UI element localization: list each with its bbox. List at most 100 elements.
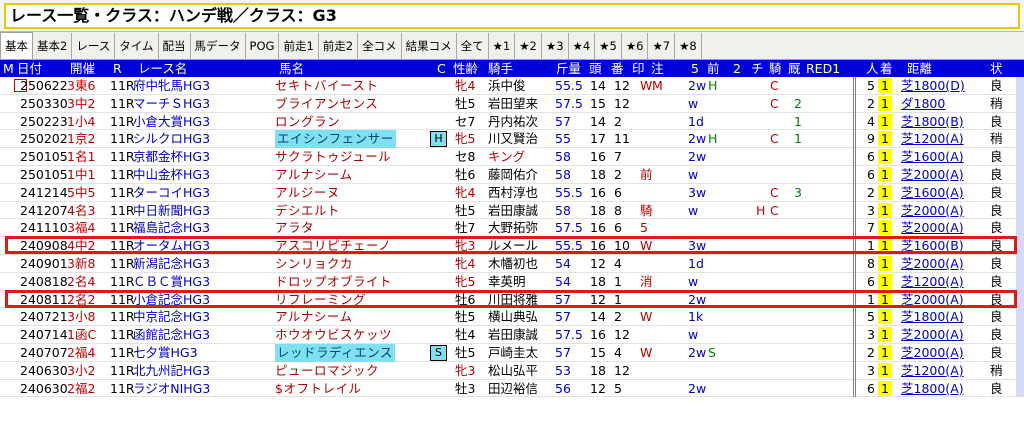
row-distance[interactable]: 芝1600(B) xyxy=(901,237,964,255)
tab-1[interactable]: 基本2 xyxy=(33,33,73,59)
row-horse-name[interactable]: サクラトゥジュール xyxy=(275,148,391,166)
row-distance[interactable]: ダ1800 xyxy=(901,95,945,113)
table-row[interactable]: 250622 3東6 11R 府中牝馬HG3 浜中俊 55.5 14 12 W M 2w H C セキトバ… xyxy=(0,77,1024,95)
row-distance[interactable]: 芝1800(B) xyxy=(901,113,964,131)
row-horse-name[interactable]: アルナシーム xyxy=(275,308,353,326)
row-horse-name[interactable]: レッドラディエンス xyxy=(275,344,395,362)
table-row[interactable]: 240908 4中2 11R オータムHG3 ルメール 55.5 16 10 W 3w アスコリピチ… xyxy=(0,237,1024,255)
tab-15[interactable]: ★4 xyxy=(569,33,596,59)
table-row[interactable]: 240901 3新8 11R 新潟記念HG3 木幡初也 54 12 4 1d シンリョクカ 牝4 8 1… xyxy=(0,255,1024,273)
table-row[interactable]: 241214 5中5 11R ターコイHG3 西村淳也 55.5 16 6 3w C 3 アルジーヌ 牝… xyxy=(0,183,1024,202)
row-horse-name[interactable]: デシエルト xyxy=(275,202,340,220)
header-two[interactable]: 2 xyxy=(733,60,741,77)
tab-10[interactable]: 結果コメ xyxy=(402,33,457,59)
row-distance[interactable]: 芝2000(A) xyxy=(901,344,964,362)
tab-6[interactable]: POG xyxy=(246,33,280,59)
header-chk[interactable]: チ xyxy=(751,60,764,77)
tab-8[interactable]: 前走2 xyxy=(319,33,359,59)
row-distance[interactable]: 芝1600(A) xyxy=(901,148,964,166)
table-row[interactable]: 240630 2福2 11R ラジオNIHG3 田辺裕信 56 12 5 2w $オフトレイル 牡3… xyxy=(0,379,1024,398)
tab-19[interactable]: ★8 xyxy=(675,33,702,59)
tab-2[interactable]: レース xyxy=(72,33,116,59)
row-horse-name[interactable]: アルジーヌ xyxy=(275,184,340,202)
row-distance[interactable]: 芝2000(A) xyxy=(901,166,964,184)
header-horse[interactable]: 馬名 xyxy=(279,60,304,77)
header-weight[interactable]: 斤量 xyxy=(556,60,581,77)
header-sexage[interactable]: 性齢 xyxy=(453,60,478,77)
header-stable[interactable]: 厩 xyxy=(788,60,801,77)
row-horse-name[interactable]: シンリョクカ xyxy=(275,255,353,273)
row-horse-name[interactable]: ホウオウビスケッツ xyxy=(275,326,392,344)
header-c[interactable]: C xyxy=(437,60,446,77)
table-row[interactable]: 250223 1小4 11R 小倉大賞HG3 丹内祐次 57 14 2 1d 1 ロングラン セ7 4 1… xyxy=(0,112,1024,131)
table-row[interactable]: 240811 2名2 11R 小倉記念HG3 川田将雅 57 12 1 2w リフレーミング 牡6 1… xyxy=(0,290,1024,309)
header-five[interactable]: 5 xyxy=(691,60,699,77)
row-horse-name[interactable]: アルナシーム xyxy=(275,166,353,184)
header-mark[interactable]: 印 xyxy=(632,60,645,77)
row-distance[interactable]: 芝2000(A) xyxy=(901,255,964,273)
table-row[interactable]: 240721 3小8 11R 中京記念HG3 横山典弘 57 14 2 W 1k アルナシーム 牡5 5… xyxy=(0,308,1024,327)
tab-5[interactable]: 馬データ xyxy=(191,33,246,59)
table-row[interactable]: 241110 3福4 11R 福島記念HG3 大野拓弥 57.5 16 6 5 アラタ 牡7 7 1 芝2… xyxy=(0,219,1024,238)
tab-14[interactable]: ★3 xyxy=(542,33,569,59)
row-horse-name[interactable]: リフレーミング xyxy=(275,291,366,309)
row-distance[interactable]: 芝1200(A) xyxy=(901,362,964,380)
row-horse-name[interactable]: ドロップオブライト xyxy=(275,273,392,291)
table-row[interactable]: 250202 1京2 11R シルクロHG3 川又賢治 55 17 11 2w H C 1 エイシンフェ… xyxy=(0,130,1024,149)
tab-3[interactable]: タイム xyxy=(115,33,159,59)
table-row[interactable]: 240707 2福4 11R 七夕賞HG3 戸崎圭太 57 15 4 W 2w S レッドラディエンス… xyxy=(0,344,1024,362)
tab-18[interactable]: ★7 xyxy=(648,33,676,59)
row-distance[interactable]: 芝2000(A) xyxy=(901,219,964,237)
tab-0[interactable]: 基本 xyxy=(0,32,33,59)
row-horse-name[interactable]: アラタ xyxy=(275,219,314,237)
row-horse-name[interactable]: $オフトレイル xyxy=(275,380,361,398)
tab-4[interactable]: 配当 xyxy=(159,33,191,59)
row-horse-name[interactable]: アスコリピチェーノ xyxy=(275,237,391,255)
row-distance[interactable]: 芝1200(A) xyxy=(901,130,964,148)
header-m[interactable]: M xyxy=(3,60,14,77)
tab-17[interactable]: ★6 xyxy=(622,33,649,59)
row-distance[interactable]: 芝1600(A) xyxy=(901,184,964,202)
row-horse-name[interactable]: ロングラン xyxy=(275,113,340,131)
header-heads[interactable]: 頭 xyxy=(589,60,602,77)
row-distance[interactable]: 芝1800(D) xyxy=(901,77,965,95)
row-distance[interactable]: 芝1800(A) xyxy=(901,380,964,398)
header-jockey2[interactable]: 騎 xyxy=(769,60,782,77)
table-row[interactable]: 241207 4名3 11R 中日新聞HG3 岩田康誠 58 18 8 騎 w H C デシエルト 牡5 3… xyxy=(0,201,1024,220)
scroll-edge xyxy=(1016,112,1024,131)
tab-13[interactable]: ★2 xyxy=(515,33,542,59)
row-distance[interactable]: 芝1200(A) xyxy=(901,273,964,291)
header-race[interactable]: レース名 xyxy=(138,60,187,77)
row-horse-name[interactable]: セキトバイースト xyxy=(275,77,378,95)
header-prev[interactable]: 前 xyxy=(707,60,720,77)
row-distance[interactable]: 芝2000(A) xyxy=(901,326,964,344)
row-distance[interactable]: 芝1800(A) xyxy=(901,308,964,326)
row-horse-name[interactable]: エイシンフェンサー xyxy=(275,130,396,149)
tab-9[interactable]: 全コメ xyxy=(358,33,402,59)
table-row[interactable]: 240630 3小2 11R 北九州記HG3 松山弘平 53 18 12 ピューロマジック 牝3 3… xyxy=(0,361,1024,380)
tab-12[interactable]: ★1 xyxy=(489,33,516,59)
row-distance[interactable]: 芝2000(A) xyxy=(901,202,964,220)
row-distance[interactable]: 芝2000(A) xyxy=(901,291,964,309)
tab-7[interactable]: 前走1 xyxy=(279,33,319,59)
header-r[interactable]: R xyxy=(113,60,122,77)
header-gate[interactable]: 番 xyxy=(611,60,624,77)
header-venue[interactable]: 開催 xyxy=(70,60,95,77)
row-horse-name[interactable]: ブライアンセンス xyxy=(275,95,378,113)
table-row[interactable]: 250330 3中2 11R マーチＳHG3 岩田望来 57.5 15 12 w C 2 ブライアンセ… xyxy=(0,94,1024,113)
tab-11[interactable]: 全て xyxy=(457,33,489,59)
header-red[interactable]: RED1 xyxy=(806,60,840,77)
header-jockey[interactable]: 騎手 xyxy=(488,60,513,77)
tab-16[interactable]: ★5 xyxy=(595,33,622,59)
table-row[interactable]: 240818 2名4 11R ＣＢＣ賞HG3 幸英明 54 18 1 消 w ドロップオブライト 牝5… xyxy=(0,272,1024,291)
table-row[interactable]: 250105 1名1 11R 京都金杯HG3 キング 58 16 7 2w サクラトゥジュール セ8… xyxy=(0,148,1024,166)
row-horse-name[interactable]: ピューロマジック xyxy=(275,362,379,380)
header-pop[interactable]: 人 xyxy=(866,60,879,77)
table-row[interactable]: 250105 1中1 11R 中山金杯HG3 藤岡佑介 58 18 2 前 w アルナシーム 牡6 6 1… xyxy=(0,166,1024,184)
header-rank[interactable]: 着 xyxy=(880,60,893,77)
header-note[interactable]: 注 xyxy=(651,60,664,77)
header-cond[interactable]: 状 xyxy=(990,60,1003,77)
header-date[interactable]: 日付 xyxy=(17,60,42,77)
header-distance[interactable]: 距離 xyxy=(907,60,932,77)
table-row[interactable]: 240714 1函C 11R 函館記念HG3 岩田康誠 57.5 16 12 w ホウオウビスケッ… xyxy=(0,326,1024,344)
